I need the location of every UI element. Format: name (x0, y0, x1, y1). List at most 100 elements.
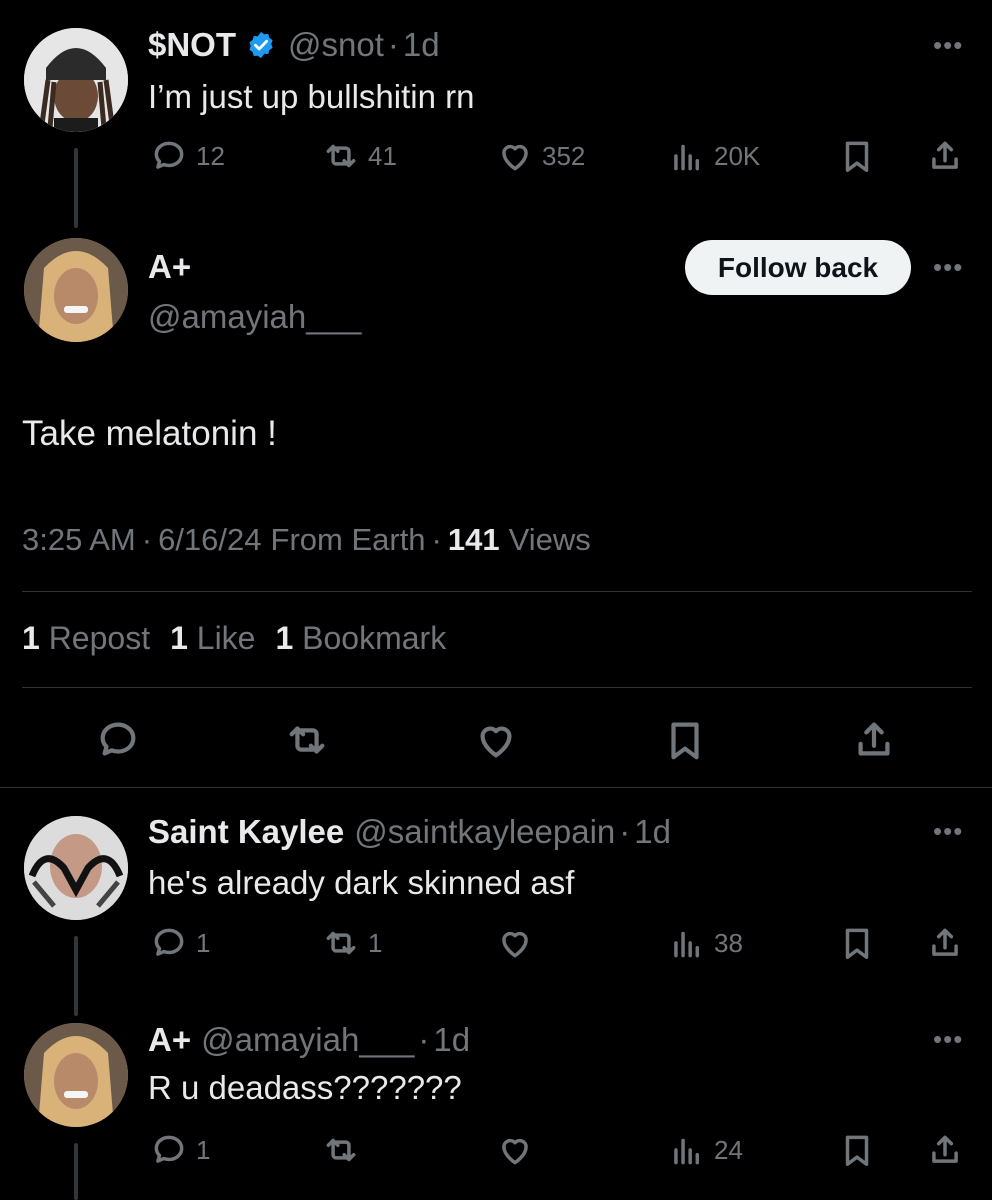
reply-icon (154, 928, 184, 956)
views-count: 38 (714, 927, 743, 958)
views-icon (674, 144, 700, 171)
handle[interactable]: @snot (288, 26, 384, 64)
reply-button[interactable]: 1 (150, 1131, 210, 1169)
person-avatar-icon (24, 816, 128, 920)
bookmark-stat-count: 1 (275, 620, 294, 656)
tweet-text: R u deadass??????? (148, 1069, 462, 1106)
avatar-saint-kaylee[interactable] (24, 816, 128, 920)
more-options-icon[interactable]: ••• (933, 818, 963, 844)
repost-count: 1 (368, 927, 383, 958)
like-stat[interactable]: 1 Like (170, 620, 255, 657)
repost-button[interactable]: 41 (322, 137, 397, 175)
person-avatar-icon (24, 238, 128, 342)
avatar-snot[interactable] (24, 28, 128, 132)
repost-button[interactable] (284, 717, 330, 763)
bookmark-button[interactable] (838, 1131, 876, 1169)
post-source: From Earth (270, 522, 426, 557)
separator-dot: · (387, 26, 399, 63)
heart-icon (480, 726, 512, 758)
thread-line (74, 148, 78, 228)
display-name[interactable]: A+ (148, 248, 191, 286)
bookmark-icon (845, 141, 869, 172)
reply-icon (154, 141, 184, 169)
tweet-text: he's already dark skinned asf (148, 864, 575, 901)
like-button[interactable] (496, 1131, 534, 1169)
share-icon (932, 1135, 958, 1163)
views-count: 20K (714, 140, 761, 171)
avatar-amayiah[interactable] (24, 1023, 128, 1127)
views-button[interactable]: 20K (668, 137, 760, 175)
views-button[interactable]: 38 (668, 924, 743, 962)
bookmark-stat-label: Bookmark (302, 620, 447, 656)
main-display-name-row: A+ (148, 248, 191, 286)
bookmark-icon (845, 1135, 869, 1166)
tweet-timestamp-row: 3:25 AM · 6/16/24 From Earth · 141 Views (22, 522, 591, 558)
views-count: 24 (714, 1134, 743, 1165)
repost-icon (326, 931, 356, 955)
reply-count: 1 (196, 927, 211, 958)
separator-dot: · (418, 1021, 430, 1058)
handle[interactable]: @saintkayleepain (354, 813, 615, 851)
reply-button[interactable]: 1 (150, 924, 210, 962)
tweet-text: I’m just up bullshitin rn (148, 78, 475, 115)
tweet-text: Take melatonin ! (22, 414, 277, 453)
bookmark-icon (671, 722, 699, 760)
separator-dot: · (141, 522, 153, 557)
views-count: 141 (447, 522, 500, 557)
more-options-icon[interactable]: ••• (933, 254, 963, 280)
divider (0, 787, 992, 788)
timestamp[interactable]: 1d (433, 1021, 470, 1059)
bookmark-button[interactable] (662, 717, 708, 763)
post-date[interactable]: 6/16/24 (158, 522, 261, 558)
display-name[interactable]: Saint Kaylee (148, 813, 344, 851)
repost-button[interactable] (322, 1131, 360, 1169)
reply-button[interactable]: 12 (150, 137, 225, 175)
verified-badge-icon (246, 30, 276, 60)
bookmark-stat[interactable]: 1 Bookmark (275, 620, 446, 657)
like-button[interactable] (473, 717, 519, 763)
repost-stat[interactable]: 1 Repost (22, 620, 150, 657)
follow-back-button[interactable]: Follow back (685, 240, 911, 295)
avatar-amayiah[interactable] (24, 238, 128, 342)
bookmark-button[interactable] (838, 924, 876, 962)
heart-icon (502, 144, 528, 171)
reply-button[interactable] (95, 717, 141, 763)
repost-icon (326, 144, 356, 168)
display-name[interactable]: A+ (148, 1021, 191, 1059)
thread-line (74, 936, 78, 1016)
views-icon (674, 1138, 700, 1165)
person-avatar-icon (24, 1023, 128, 1127)
share-icon (932, 141, 958, 169)
post-time[interactable]: 3:25 AM (22, 522, 136, 558)
divider (22, 687, 972, 688)
more-options-icon[interactable]: ••• (933, 32, 963, 58)
views-button[interactable]: 24 (668, 1131, 743, 1169)
share-icon (858, 722, 890, 756)
share-button[interactable] (926, 1131, 964, 1169)
repost-icon (326, 1138, 356, 1162)
share-button[interactable] (851, 717, 897, 763)
timestamp[interactable]: 1d (403, 26, 440, 64)
repost-button[interactable]: 1 (322, 924, 382, 962)
timestamp[interactable]: 1d (634, 813, 671, 851)
share-button[interactable] (926, 137, 964, 175)
thread-line (74, 1143, 78, 1200)
like-button[interactable] (496, 924, 534, 962)
share-button[interactable] (926, 924, 964, 962)
like-button[interactable]: 352 (496, 137, 585, 175)
more-options-icon[interactable]: ••• (933, 1026, 963, 1052)
share-icon (932, 928, 958, 956)
tweet-header: A+ @amayiah___ · 1d (148, 1021, 470, 1059)
repost-icon (289, 726, 325, 754)
display-name[interactable]: $NOT (148, 26, 236, 64)
person-avatar-icon (24, 28, 128, 132)
handle[interactable]: @amayiah___ (201, 1021, 414, 1059)
divider (22, 591, 972, 592)
handle[interactable]: @amayiah___ (148, 298, 361, 336)
reply-icon (100, 722, 136, 756)
reply-count: 12 (196, 140, 225, 171)
heart-icon (502, 1138, 528, 1165)
repost-stat-count: 1 (22, 620, 40, 656)
bookmark-button[interactable] (838, 137, 876, 175)
tweet-header: $NOT @snot · 1d (148, 26, 440, 64)
